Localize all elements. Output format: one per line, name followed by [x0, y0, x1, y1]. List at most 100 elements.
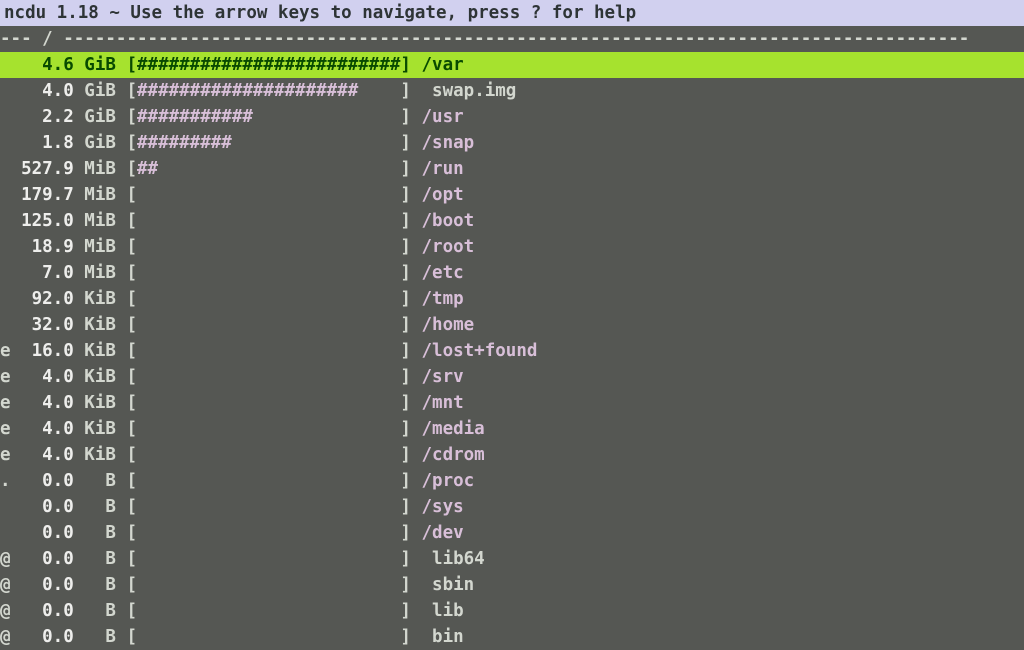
list-item[interactable]: e 4.0 KiB [ ] /mnt	[0, 390, 1024, 416]
bracket-close-icon: ]	[400, 107, 411, 127]
list-item[interactable]: e 4.0 KiB [ ] /srv	[0, 364, 1024, 390]
title-bar: ncdu 1.18 ~ Use the arrow keys to naviga…	[0, 0, 1024, 26]
bracket-close-icon: ]	[400, 237, 411, 257]
entry-unit: GiB	[84, 133, 116, 153]
entry-size: 16.0	[11, 341, 74, 361]
entry-name: /run	[422, 159, 464, 179]
entry-unit: MiB	[84, 159, 116, 179]
entry-size: 4.0	[11, 393, 74, 413]
entry-name: /root	[422, 237, 475, 257]
list-item[interactable]: 179.7 MiB [ ] /opt	[0, 182, 1024, 208]
bracket-open-icon: [	[126, 159, 137, 179]
entry-unit: GiB	[84, 107, 116, 127]
entry-flag	[0, 78, 11, 104]
list-item[interactable]: @ 0.0 B [ ] lib64	[0, 546, 1024, 572]
bracket-close-icon: ]	[400, 393, 411, 413]
list-item[interactable]: @ 0.0 B [ ] lib	[0, 598, 1024, 624]
file-list[interactable]: 4.6 GiB [#########################] /var…	[0, 52, 1024, 650]
list-item[interactable]: e 4.0 KiB [ ] /media	[0, 416, 1024, 442]
bracket-open-icon: [	[126, 523, 137, 543]
bracket-open-icon: [	[126, 107, 137, 127]
list-item[interactable]: 2.2 GiB [########### ] /usr	[0, 104, 1024, 130]
entry-flag: .	[0, 468, 11, 494]
entry-size: 92.0	[11, 289, 74, 309]
entry-size: 0.0	[11, 523, 74, 543]
entry-name: /usr	[422, 107, 464, 127]
bracket-close-icon: ]	[400, 575, 411, 595]
entry-flag: @	[0, 572, 11, 598]
usage-bar: ##	[137, 159, 158, 179]
list-item[interactable]: @ 0.0 B [ ] bin	[0, 624, 1024, 650]
bracket-close-icon: ]	[400, 497, 411, 517]
list-item[interactable]: 7.0 MiB [ ] /etc	[0, 260, 1024, 286]
bracket-close-icon: ]	[400, 445, 411, 465]
entry-size: 2.2	[11, 107, 74, 127]
list-item[interactable]: e 16.0 KiB [ ] /lost+found	[0, 338, 1024, 364]
list-item[interactable]: 32.0 KiB [ ] /home	[0, 312, 1024, 338]
list-item[interactable]: 527.9 MiB [## ] /run	[0, 156, 1024, 182]
list-item[interactable]: e 4.0 KiB [ ] /cdrom	[0, 442, 1024, 468]
list-item[interactable]: 0.0 B [ ] /dev	[0, 520, 1024, 546]
entry-size: 0.0	[11, 627, 74, 647]
bracket-open-icon: [	[126, 237, 137, 257]
list-item[interactable]: 4.0 GiB [##################### ] swap.im…	[0, 78, 1024, 104]
bracket-open-icon: [	[126, 55, 137, 75]
bracket-open-icon: [	[126, 549, 137, 569]
entry-unit: B	[84, 471, 116, 491]
bracket-open-icon: [	[126, 315, 137, 335]
entry-size: 179.7	[11, 185, 74, 205]
bracket-open-icon: [	[126, 81, 137, 101]
entry-unit: KiB	[84, 341, 116, 361]
bracket-close-icon: ]	[400, 341, 411, 361]
bracket-close-icon: ]	[400, 419, 411, 439]
bracket-close-icon: ]	[400, 55, 411, 75]
bracket-open-icon: [	[126, 133, 137, 153]
entry-name: lib	[422, 601, 464, 621]
entry-unit: B	[84, 497, 116, 517]
list-item[interactable]: 125.0 MiB [ ] /boot	[0, 208, 1024, 234]
entry-name: /etc	[422, 263, 464, 283]
entry-size: 4.6	[11, 55, 74, 75]
entry-flag: e	[0, 364, 11, 390]
entry-size: 4.0	[11, 445, 74, 465]
entry-name: /snap	[422, 133, 475, 153]
entry-unit: KiB	[84, 289, 116, 309]
entry-flag	[0, 130, 11, 156]
entry-flag	[0, 156, 11, 182]
entry-name: /srv	[422, 367, 464, 387]
entry-name: /opt	[422, 185, 464, 205]
entry-size: 4.0	[11, 419, 74, 439]
entry-unit: KiB	[84, 419, 116, 439]
entry-name: /var	[422, 55, 464, 75]
entry-flag	[0, 260, 11, 286]
entry-name: /boot	[422, 211, 475, 231]
bracket-close-icon: ]	[400, 133, 411, 153]
entry-flag: e	[0, 390, 11, 416]
entry-name: /dev	[422, 523, 464, 543]
entry-flag: e	[0, 416, 11, 442]
list-item[interactable]: @ 0.0 B [ ] sbin	[0, 572, 1024, 598]
entry-unit: GiB	[84, 55, 116, 75]
entry-flag: @	[0, 546, 11, 572]
entry-name: lib64	[422, 549, 485, 569]
bracket-open-icon: [	[126, 471, 137, 491]
bracket-open-icon: [	[126, 211, 137, 231]
list-item[interactable]: 4.6 GiB [#########################] /var	[0, 52, 1024, 78]
list-item[interactable]: . 0.0 B [ ] /proc	[0, 468, 1024, 494]
list-item[interactable]: 0.0 B [ ] /sys	[0, 494, 1024, 520]
entry-flag: @	[0, 598, 11, 624]
bracket-open-icon: [	[126, 289, 137, 309]
list-item[interactable]: 92.0 KiB [ ] /tmp	[0, 286, 1024, 312]
entry-unit: KiB	[84, 367, 116, 387]
entry-name: /cdrom	[422, 445, 485, 465]
list-item[interactable]: 1.8 GiB [######### ] /snap	[0, 130, 1024, 156]
entry-flag: e	[0, 442, 11, 468]
entry-unit: B	[84, 523, 116, 543]
bracket-close-icon: ]	[400, 263, 411, 283]
app-title: ncdu 1.18 ~ Use the arrow keys to naviga…	[4, 3, 636, 23]
usage-bar: ###########	[137, 107, 253, 127]
entry-flag	[0, 104, 11, 130]
bracket-close-icon: ]	[400, 81, 411, 101]
entry-flag	[0, 234, 11, 260]
list-item[interactable]: 18.9 MiB [ ] /root	[0, 234, 1024, 260]
